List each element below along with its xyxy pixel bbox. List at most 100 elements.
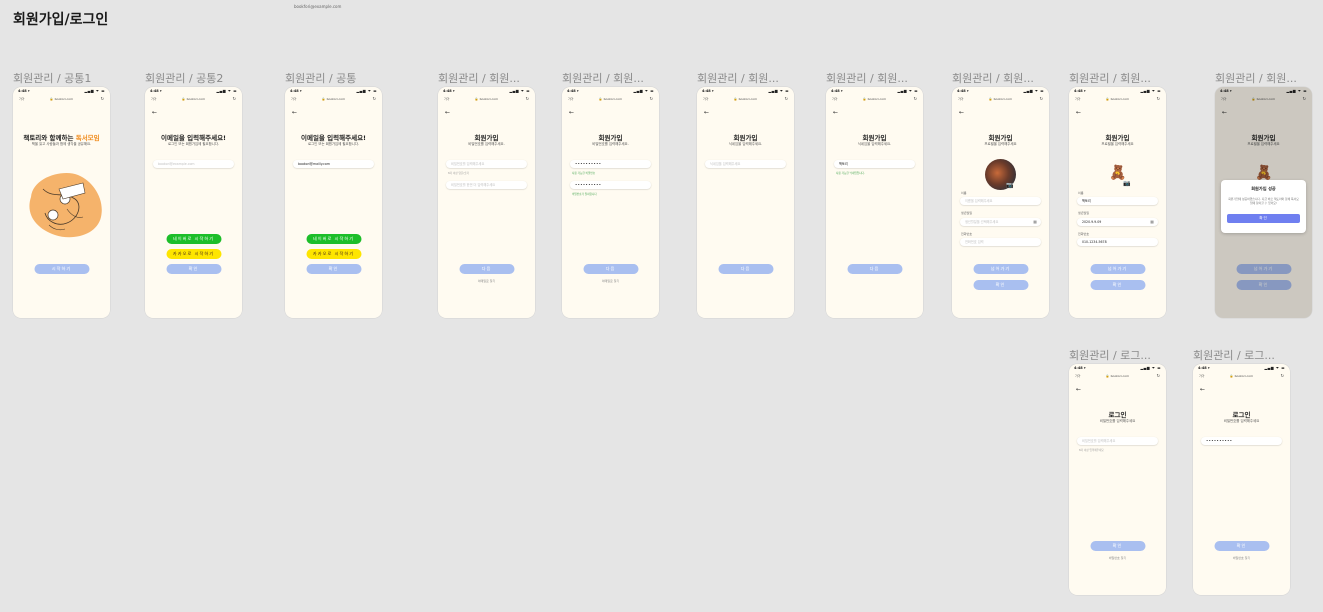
- naver-login-button[interactable]: 네이버로 시작하기: [306, 234, 361, 244]
- signup-subtitle: 비밀번호를 입력해주세요.: [592, 142, 629, 146]
- confirm-button[interactable]: 확인: [306, 264, 361, 274]
- reload-icon[interactable]: ↻: [785, 96, 788, 101]
- reload-icon[interactable]: ↻: [1040, 96, 1043, 101]
- kakao-login-button[interactable]: 카카오로 시작하기: [306, 249, 361, 259]
- back-arrow-icon[interactable]: ←: [569, 109, 574, 116]
- find-password-link[interactable]: 비밀번호 찾기: [1193, 556, 1290, 560]
- camera-icon[interactable]: 📷: [1006, 182, 1013, 189]
- back-arrow-icon[interactable]: ←: [1076, 109, 1081, 116]
- naver-login-button[interactable]: 네이버로 시작하기: [166, 234, 221, 244]
- start-button[interactable]: 시작하기: [34, 264, 89, 274]
- nickname-valid-hint: 사용 가능한 닉네임입니다.: [836, 172, 865, 175]
- status-bar: 4:48 ▾ ▂▄▆ ᯤ ▬: [831, 89, 918, 93]
- password-input[interactable]: ••••••••••: [570, 160, 651, 168]
- back-arrow-icon[interactable]: ←: [1200, 386, 1205, 393]
- status-bar: 4:48 ▾ ▂▄▆ ᯤ ▬: [18, 89, 105, 93]
- status-bar: 4:48 ▾ ▂▄▆ ᯤ ▬: [957, 89, 1044, 93]
- back-arrow-icon[interactable]: ←: [152, 109, 157, 116]
- next-button[interactable]: 다음: [718, 264, 773, 274]
- frame-label-2: 회원관리 / 공통2: [145, 72, 224, 85]
- screen-email-filled: 4:48 ▾ ▂▄▆ ᯤ ▬ 가가 🔒 bookori.com ↻ ← 이메일을 입력…: [285, 87, 382, 318]
- next-button[interactable]: 다음: [583, 264, 638, 274]
- reload-icon[interactable]: ↻: [526, 96, 529, 101]
- confirm-button[interactable]: 확인: [973, 280, 1028, 290]
- kakao-login-button[interactable]: 카카오로 시작하기: [166, 249, 221, 259]
- screen-signup-profile-filled: 4:48 ▾ ▂▄▆ ᯤ ▬ 가가 🔒 bookori.com ↻ ← 회원가입 프로…: [1069, 87, 1166, 318]
- start-subtitle: 책을 읽고 사람들과 함께 생각을 공유해요.: [31, 142, 92, 146]
- name-input[interactable]: 이름을 입력해주세요: [960, 197, 1041, 205]
- next-button[interactable]: 다음: [847, 264, 902, 274]
- password-input[interactable]: 비밀번호를 입력해주세요: [1077, 437, 1158, 445]
- modal-title: 회원가입 성공: [1251, 186, 1276, 191]
- signup-subtitle: 비밀번호를 입력해주세요.: [468, 142, 505, 146]
- phone-input[interactable]: 010-1234-5678: [1077, 238, 1158, 246]
- reload-icon[interactable]: ↻: [233, 96, 236, 101]
- password-confirm-input[interactable]: ••••••••••: [570, 181, 651, 189]
- page-note: bookfori@example.com: [294, 4, 342, 9]
- nickname-input[interactable]: 닉네임을 입력해주세요: [705, 160, 786, 168]
- back-arrow-icon[interactable]: ←: [959, 109, 964, 116]
- nickname-input[interactable]: 책토리: [834, 160, 915, 168]
- reading-illustration: [29, 173, 102, 238]
- confirm-button[interactable]: 확인: [1214, 541, 1269, 551]
- bear-avatar-icon[interactable]: 🧸: [1109, 165, 1126, 181]
- password-input[interactable]: 비밀번호를 입력해주세요: [446, 160, 527, 168]
- reload-icon[interactable]: ↻: [1157, 96, 1160, 101]
- find-link[interactable]: 이메일로 찾기: [562, 279, 659, 283]
- phone-label: 전화번호: [961, 232, 973, 236]
- birth-input[interactable]: 2020.9.9.09 ▦: [1077, 218, 1158, 226]
- email-subtitle: 로그인 또는 회원가입에 필요합니다.: [307, 142, 360, 146]
- screen-start: 4:48 ▾ ▂▄▆ ᯤ ▬ 가가 🔒 bookori.com ↻ 책토리와 함께하는…: [13, 87, 110, 318]
- calendar-icon[interactable]: ▦: [1150, 218, 1154, 226]
- screen-signup-success: 4:48 ▾ ▂▄▆ ᯤ ▬ 가가 🔒 bookori.com ↻ ← 회원가입 프로…: [1215, 87, 1312, 318]
- name-label: 이름: [961, 191, 967, 195]
- confirm-button[interactable]: 확인: [166, 264, 221, 274]
- back-arrow-icon[interactable]: ←: [445, 109, 450, 116]
- modal-body: 회원가입에 성공하였습니다. 지금 바로 책토리와 함께 독서모임에 참여할 수…: [1228, 197, 1299, 205]
- reload-icon[interactable]: ↻: [1281, 373, 1284, 378]
- skip-button[interactable]: 넘어가기: [1090, 264, 1145, 274]
- reload-icon[interactable]: ↻: [373, 96, 376, 101]
- camera-icon[interactable]: 📷: [1123, 180, 1130, 187]
- reload-icon[interactable]: ↻: [650, 96, 653, 101]
- back-arrow-icon[interactable]: ←: [704, 109, 709, 116]
- confirm-button[interactable]: 확인: [1090, 541, 1145, 551]
- back-arrow-icon[interactable]: ←: [292, 109, 297, 116]
- reload-icon[interactable]: ↻: [1157, 373, 1160, 378]
- password-confirm-input[interactable]: 비밀번호를 한번 더 입력해주세요: [446, 181, 527, 189]
- signup-subtitle: 프로필을 입력해주세요: [984, 142, 1017, 146]
- browser-bar: 가가 🔒 bookori.com ↻: [1075, 373, 1160, 378]
- screen-signup-password-filled: 4:48 ▾ ▂▄▆ ᯤ ▬ 가가 🔒 bookori.com ↻ ← 회원가입 비밀…: [562, 87, 659, 318]
- status-bar: 4:48 ▾ ▂▄▆ ᯤ ▬: [1198, 366, 1285, 370]
- back-arrow-icon[interactable]: ←: [833, 109, 838, 116]
- birth-label: 생년월일: [961, 211, 973, 215]
- skip-button[interactable]: 넘어가기: [973, 264, 1028, 274]
- back-arrow-icon[interactable]: ←: [1076, 386, 1081, 393]
- status-bar: 4:48 ▾ ▂▄▆ ᯤ ▬: [567, 89, 654, 93]
- password-input[interactable]: ••••••••••: [1201, 437, 1282, 445]
- reload-icon[interactable]: ↻: [914, 96, 917, 101]
- find-link[interactable]: 이메일로 찾기: [438, 279, 535, 283]
- find-password-link[interactable]: 비밀번호 찾기: [1069, 556, 1166, 560]
- screen-signup-profile-photo: 4:48 ▾ ▂▄▆ ᯤ ▬ 가가 🔒 bookori.com ↻ ← 회원가입 프로…: [952, 87, 1049, 318]
- email-input[interactable]: bookori@example.com: [153, 160, 234, 168]
- signup-subtitle: 닉네임을 입력해주세요.: [857, 142, 892, 146]
- birth-input[interactable]: 생년월일을 선택해주세요 ▦: [960, 218, 1041, 226]
- birth-label: 생년월일: [1078, 211, 1090, 215]
- confirm-button[interactable]: 확인: [1090, 280, 1145, 290]
- frame-label-12: 회원관리 / 로그...: [1193, 349, 1275, 362]
- frame-label-9: 회원관리 / 회원...: [1069, 72, 1151, 85]
- login-subtitle: 비밀번호를 입력해주세요: [1099, 419, 1136, 423]
- frame-label-4: 회원관리 / 회원...: [438, 72, 520, 85]
- modal-confirm-button[interactable]: 확인: [1227, 214, 1300, 223]
- calendar-icon[interactable]: ▦: [1033, 218, 1037, 226]
- reload-icon[interactable]: ↻: [101, 96, 104, 101]
- success-modal: 회원가입 성공 회원가입에 성공하였습니다. 지금 바로 책토리와 함께 독서모…: [1221, 180, 1306, 233]
- name-input[interactable]: 책토리: [1077, 197, 1158, 205]
- browser-bar: 가가 🔒 bookori.com ↻: [151, 96, 236, 101]
- next-button[interactable]: 다음: [459, 264, 514, 274]
- frame-label-8: 회원관리 / 회원...: [952, 72, 1034, 85]
- phone-input[interactable]: 전화번호 입력: [960, 238, 1041, 246]
- frame-label-7: 회원관리 / 회원...: [826, 72, 908, 85]
- email-input[interactable]: bookori@mailly.com: [293, 160, 374, 168]
